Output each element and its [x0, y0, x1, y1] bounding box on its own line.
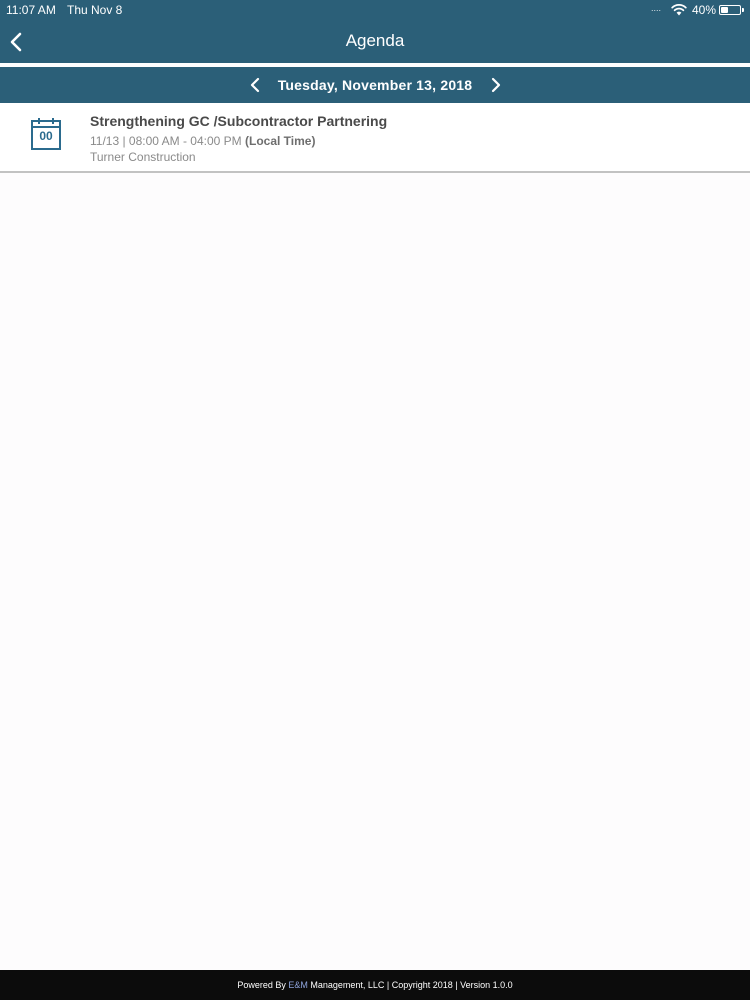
session-organizer: Turner Construction — [90, 150, 196, 164]
date-selector: Tuesday, November 13, 2018 — [0, 67, 750, 103]
battery-icon — [719, 5, 744, 15]
session-time: 11/13 | 08:00 AM - 04:00 PM (Local Time) — [90, 134, 315, 148]
calendar-icon: 00 — [30, 117, 62, 151]
status-date: Thu Nov 8 — [67, 3, 123, 17]
session-time-range: 11/13 | 08:00 AM - 04:00 PM — [90, 134, 242, 148]
wifi-icon — [671, 4, 687, 16]
agenda-list-item[interactable]: 00 Strengthening GC /Subcontractor Partn… — [0, 103, 750, 173]
signal-icon: .... — [651, 3, 662, 13]
footer-brand: E&M — [288, 980, 308, 990]
selected-date: Tuesday, November 13, 2018 — [277, 77, 473, 93]
status-bar: 11:07 AM Thu Nov 8 .... 40% — [0, 0, 750, 20]
battery-level — [721, 7, 729, 13]
session-time-zone: (Local Time) — [245, 134, 316, 148]
next-day-button[interactable] — [487, 75, 505, 95]
nav-bar: Agenda — [0, 20, 750, 63]
chevron-right-icon — [491, 77, 501, 93]
footer-copyright: Management, LLC | Copyright 2018 | Versi… — [307, 980, 513, 990]
footer-prefix: Powered By — [237, 980, 289, 990]
battery-percent: 40% — [692, 3, 717, 17]
page-title: Agenda — [345, 31, 405, 50]
status-time: 11:07 AM — [6, 3, 56, 17]
footer: Powered By E&M Management, LLC | Copyrig… — [0, 970, 750, 1000]
session-title: Strengthening GC /Subcontractor Partneri… — [90, 113, 388, 129]
calendar-day-number: 00 — [39, 129, 53, 143]
